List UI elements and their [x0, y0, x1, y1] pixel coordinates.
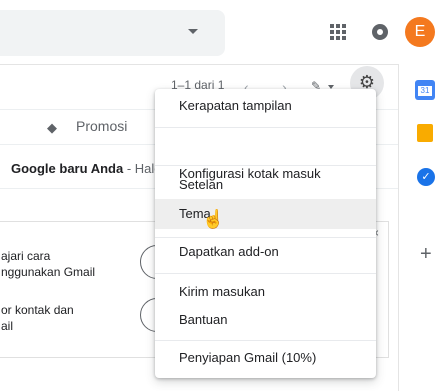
menu-divider — [155, 273, 376, 274]
apps-grid-icon[interactable] — [330, 24, 346, 40]
side-panel — [398, 64, 446, 391]
settings-menu: Kerapatan tampilan Konfigurasi kotak mas… — [155, 89, 376, 378]
avatar[interactable]: E — [405, 17, 435, 47]
tip-learn-gmail-line2: nggunakan Gmail — [1, 265, 96, 279]
tab-promosi[interactable]: Promosi — [76, 118, 127, 134]
menu-item-display-density[interactable]: Kerapatan tampilan — [155, 91, 376, 121]
tip-import-contacts-line1: or kontak dan — [1, 303, 74, 317]
search-options-caret-icon[interactable] — [188, 29, 198, 34]
menu-divider — [155, 340, 376, 341]
email-subject[interactable]: Google baru Anda - Halo E — [11, 161, 174, 176]
menu-item-send-feedback[interactable]: Kirim masukan — [155, 277, 376, 307]
tag-icon: ◆ — [47, 120, 57, 135]
menu-divider — [155, 165, 376, 166]
email-subject-text: Google baru Anda — [11, 161, 124, 176]
tip-import-contacts-line2: ail — [1, 319, 14, 333]
menu-divider — [155, 127, 376, 128]
menu-item-themes[interactable]: Tema — [155, 199, 376, 229]
menu-item-help[interactable]: Bantuan — [155, 305, 376, 335]
add-addon-icon[interactable]: + — [420, 244, 432, 264]
notifications-icon[interactable] — [372, 24, 388, 40]
menu-item-gmail-setup[interactable]: Penyiapan Gmail (10%) — [155, 343, 376, 373]
tasks-icon[interactable]: ✓ — [417, 168, 435, 186]
tip-import-contacts[interactable]: or kontak dan ail — [1, 302, 74, 334]
menu-item-settings[interactable]: Setelan — [155, 170, 376, 200]
calendar-icon[interactable]: 31 — [415, 80, 435, 100]
hand-cursor-icon: ☝ — [202, 209, 225, 229]
menu-item-get-addons[interactable]: Dapatkan add-on — [155, 237, 376, 267]
tip-learn-gmail-line1: ajari cara — [1, 249, 51, 263]
calendar-day: 31 — [418, 86, 432, 96]
tip-learn-gmail[interactable]: ajari cara nggunakan Gmail — [1, 248, 95, 280]
keep-icon[interactable] — [417, 124, 433, 142]
